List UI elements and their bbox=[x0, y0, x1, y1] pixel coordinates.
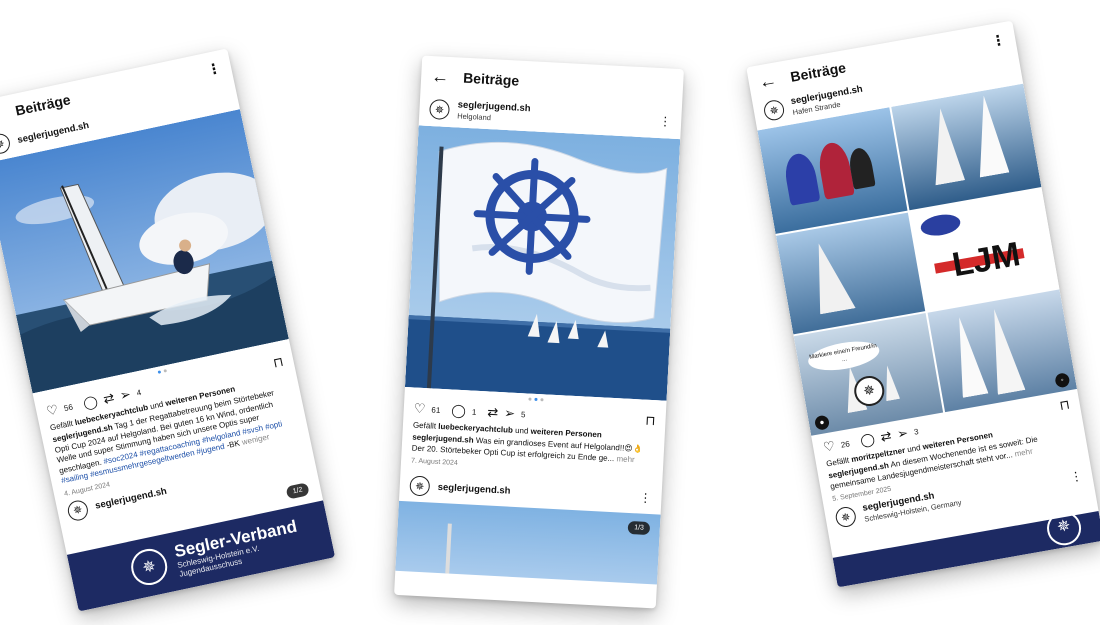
avatar[interactable]: ✵ bbox=[0, 131, 12, 156]
post-photo-collage[interactable]: LJM Markiere eine/n Freund/in ... ✵ ● ◦ bbox=[757, 83, 1078, 436]
flag-image bbox=[404, 125, 681, 401]
carousel-counter: 1/2 bbox=[285, 482, 310, 500]
next-post-photo[interactable]: 1/3 bbox=[395, 500, 661, 585]
bookmark-icon[interactable]: ⊓ bbox=[645, 413, 656, 430]
share-count: 3 bbox=[913, 426, 920, 437]
more-options-icon[interactable]: ⋮ bbox=[990, 31, 1007, 50]
page-title: Beiträge bbox=[13, 91, 72, 119]
repost-icon[interactable]: ⇄ bbox=[879, 428, 893, 446]
page-title: Beiträge bbox=[462, 69, 520, 89]
share-icon[interactable]: ➢ bbox=[504, 405, 516, 422]
comment-count: 1 bbox=[471, 407, 477, 417]
photo-collage-grid: LJM Markiere eine/n Freund/in ... ✵ ● ◦ bbox=[757, 83, 1078, 436]
repost-icon[interactable]: ⇄ bbox=[487, 404, 499, 421]
ship-wheel-icon: ✵ bbox=[127, 545, 171, 589]
caption-signature: -BK bbox=[225, 438, 241, 451]
like-icon[interactable]: ♡ bbox=[413, 401, 425, 418]
avatar[interactable]: ✵ bbox=[762, 98, 786, 122]
bookmark-icon[interactable]: ⊓ bbox=[272, 354, 285, 372]
collage-spinnakers bbox=[757, 107, 908, 234]
post-photo-flag[interactable] bbox=[404, 125, 681, 401]
bookmark-icon[interactable]: ⊓ bbox=[1058, 397, 1071, 415]
back-arrow-icon[interactable]: ← bbox=[431, 66, 450, 88]
like-count: 61 bbox=[431, 404, 441, 415]
comment-icon[interactable]: ◯ bbox=[82, 393, 100, 412]
post-card-opti-cup-day1: ← Beiträge ⋮ ✵ seglerjugend.sh ♡ 56 ◯ ⇄ … bbox=[0, 48, 336, 612]
like-count: 56 bbox=[63, 401, 74, 413]
more-options-icon[interactable]: ⋮ bbox=[1069, 468, 1083, 484]
repost-icon[interactable]: ⇄ bbox=[102, 390, 116, 408]
like-count: 26 bbox=[840, 438, 851, 450]
next-post-username[interactable]: seglerjugend.sh bbox=[437, 481, 510, 496]
liked-by-middle: und bbox=[906, 443, 922, 455]
avatar[interactable]: ✵ bbox=[834, 505, 858, 529]
comment-icon[interactable]: ◯ bbox=[859, 431, 876, 449]
carousel-counter: 1/3 bbox=[627, 520, 651, 536]
liked-by-middle: und bbox=[149, 399, 165, 412]
like-icon[interactable]: ♡ bbox=[45, 402, 60, 420]
back-arrow-icon[interactable]: ← bbox=[0, 103, 4, 127]
ljm-logo-text: LJM bbox=[949, 234, 1023, 284]
share-count: 5 bbox=[520, 409, 526, 419]
avatar[interactable]: ✵ bbox=[409, 475, 431, 497]
share-count: 4 bbox=[135, 387, 142, 398]
flag-pole-shape bbox=[445, 523, 452, 574]
back-arrow-icon[interactable]: ← bbox=[757, 69, 778, 93]
liked-by-middle: und bbox=[514, 425, 529, 436]
tagged-user-icon[interactable]: ● bbox=[813, 414, 831, 431]
mute-icon[interactable]: ◦ bbox=[1054, 372, 1071, 389]
more-link[interactable]: mehr bbox=[616, 454, 635, 464]
comment-icon[interactable]: ◯ bbox=[451, 403, 466, 420]
share-icon[interactable]: ➢ bbox=[896, 425, 910, 443]
more-options-icon[interactable]: ⋮ bbox=[659, 114, 672, 129]
post-card-ljm: ← Beiträge ⋮ ✵ seglerjugend.sh Hafen Str… bbox=[746, 20, 1100, 588]
avatar[interactable]: ✵ bbox=[428, 98, 451, 120]
page-title: Beiträge bbox=[789, 59, 848, 85]
share-icon[interactable]: ➢ bbox=[118, 386, 132, 404]
ship-wheel-icon: ✵ bbox=[1044, 508, 1084, 548]
liked-by-prefix: Gefällt bbox=[412, 420, 437, 431]
post-card-helgoland: ← Beiträge ✵ seglerjugend.sh Helgoland ⋮ bbox=[394, 55, 684, 609]
more-options-icon[interactable]: ⋮ bbox=[205, 59, 222, 79]
collage-laser-sails bbox=[891, 83, 1042, 211]
more-link[interactable]: mehr bbox=[1014, 446, 1034, 458]
tag-friend-bubble[interactable]: Markiere eine/n Freund/in ... bbox=[806, 336, 882, 375]
like-icon[interactable]: ♡ bbox=[822, 438, 836, 456]
avatar[interactable]: ✵ bbox=[65, 498, 90, 522]
more-options-icon[interactable]: ⋮ bbox=[639, 490, 652, 505]
